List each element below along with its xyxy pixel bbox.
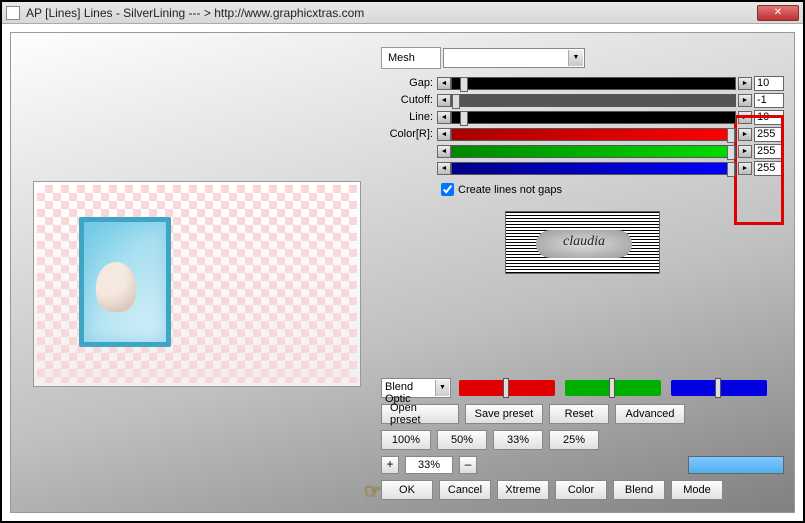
save-preset-button[interactable]: Save preset bbox=[465, 404, 543, 424]
slider-group: Gap: ◄ ► 10 Cutoff: ◄ ► -1 Line: ◄ bbox=[381, 75, 784, 274]
chevron-down-icon: ▼ bbox=[435, 380, 449, 396]
row-color-r: Color[R]: ◄ ► 255 bbox=[381, 126, 784, 142]
preview-canvas[interactable] bbox=[37, 185, 357, 383]
arrow-left-icon[interactable]: ◄ bbox=[437, 77, 451, 90]
preview-image bbox=[79, 217, 171, 347]
arrow-left-icon[interactable]: ◄ bbox=[437, 145, 451, 158]
row-color-b: ◄ ► 255 bbox=[381, 160, 784, 176]
arrow-left-icon[interactable]: ◄ bbox=[437, 128, 451, 141]
zoom-value[interactable]: 33% bbox=[405, 456, 453, 474]
preset-row: Open preset Save preset Reset Advanced bbox=[381, 404, 784, 424]
row-line: Line: ◄ ► 10 bbox=[381, 109, 784, 125]
app-icon bbox=[6, 6, 20, 20]
mesh-label: Mesh bbox=[381, 47, 441, 69]
value-cutoff[interactable]: -1 bbox=[754, 93, 784, 108]
label-color-r: Color[R]: bbox=[381, 128, 437, 140]
arrow-right-icon[interactable]: ► bbox=[738, 94, 752, 107]
blend-slider-g[interactable] bbox=[563, 378, 663, 398]
advanced-button[interactable]: Advanced bbox=[615, 404, 685, 424]
slider-gap[interactable] bbox=[451, 77, 736, 90]
arrow-left-icon[interactable]: ◄ bbox=[437, 162, 451, 175]
label-gap: Gap: bbox=[381, 77, 437, 89]
controls-column: Mesh ▼ Gap: ◄ ► 10 Cutoff: ◄ bbox=[381, 47, 784, 274]
zoom-in-button[interactable]: + bbox=[381, 456, 399, 474]
slider-line[interactable] bbox=[451, 111, 736, 124]
row-color-g: ◄ ► 255 bbox=[381, 143, 784, 159]
row-cutoff: Cutoff: ◄ ► -1 bbox=[381, 92, 784, 108]
create-lines-row: Create lines not gaps bbox=[437, 180, 784, 199]
mesh-row: Mesh ▼ bbox=[381, 47, 784, 69]
pct-25-button[interactable]: 25% bbox=[549, 430, 599, 450]
slider-g[interactable] bbox=[451, 145, 736, 158]
slider-b[interactable] bbox=[451, 162, 736, 175]
values-highlight bbox=[734, 115, 784, 225]
bottom-controls: Blend Optic ▼ Open preset Save preset Re… bbox=[381, 378, 784, 506]
pct-50-button[interactable]: 50% bbox=[437, 430, 487, 450]
zoom-row: + 33% – bbox=[381, 456, 784, 474]
mode-button[interactable]: Mode bbox=[671, 480, 723, 500]
pct-100-button[interactable]: 100% bbox=[381, 430, 431, 450]
brand-logo: claudia bbox=[505, 211, 660, 274]
pointing-hand-icon: ☞ bbox=[364, 479, 382, 504]
create-lines-label: Create lines not gaps bbox=[458, 184, 562, 196]
pct-33-button[interactable]: 33% bbox=[493, 430, 543, 450]
blend-slider-b[interactable] bbox=[669, 378, 769, 398]
xtreme-button[interactable]: Xtreme bbox=[497, 480, 549, 500]
reset-button[interactable]: Reset bbox=[549, 404, 609, 424]
action-row: OK Cancel Xtreme Color Blend Mode bbox=[381, 480, 784, 500]
arrow-right-icon[interactable]: ► bbox=[738, 77, 752, 90]
blend-combo-text: Blend Optic bbox=[385, 381, 413, 405]
blend-slider-r[interactable] bbox=[457, 378, 557, 398]
zoom-out-button[interactable]: – bbox=[459, 456, 477, 474]
color-button[interactable]: Color bbox=[555, 480, 607, 500]
arrow-left-icon[interactable]: ◄ bbox=[437, 94, 451, 107]
blend-row: Blend Optic ▼ bbox=[381, 378, 784, 398]
create-lines-checkbox[interactable] bbox=[441, 183, 454, 196]
title-bar[interactable]: AP [Lines] Lines - SilverLining --- > ht… bbox=[2, 2, 803, 24]
blend-combo[interactable]: Blend Optic ▼ bbox=[381, 378, 451, 398]
close-button[interactable]: ✕ bbox=[757, 5, 799, 21]
color-swatch[interactable] bbox=[688, 456, 784, 474]
mesh-label-text: Mesh bbox=[388, 52, 415, 64]
ok-button[interactable]: OK bbox=[381, 480, 433, 500]
value-gap[interactable]: 10 bbox=[754, 76, 784, 91]
chevron-down-icon: ▼ bbox=[568, 50, 583, 66]
dialog-body: Mesh ▼ Gap: ◄ ► 10 Cutoff: ◄ bbox=[10, 32, 795, 513]
percent-row: 100% 50% 33% 25% bbox=[381, 430, 784, 450]
brand-name: claudia bbox=[536, 230, 632, 258]
cancel-button[interactable]: Cancel bbox=[439, 480, 491, 500]
mesh-combo[interactable]: ▼ bbox=[443, 48, 585, 68]
window-title: AP [Lines] Lines - SilverLining --- > ht… bbox=[26, 6, 757, 20]
blend-button[interactable]: Blend bbox=[613, 480, 665, 500]
row-gap: Gap: ◄ ► 10 bbox=[381, 75, 784, 91]
label-cutoff: Cutoff: bbox=[381, 94, 437, 106]
slider-cutoff[interactable] bbox=[451, 94, 736, 107]
dialog-window: AP [Lines] Lines - SilverLining --- > ht… bbox=[0, 0, 805, 523]
slider-r[interactable] bbox=[451, 128, 736, 141]
label-line: Line: bbox=[381, 111, 437, 123]
open-preset-button[interactable]: Open preset bbox=[381, 404, 459, 424]
arrow-left-icon[interactable]: ◄ bbox=[437, 111, 451, 124]
preview-panel bbox=[33, 181, 361, 387]
